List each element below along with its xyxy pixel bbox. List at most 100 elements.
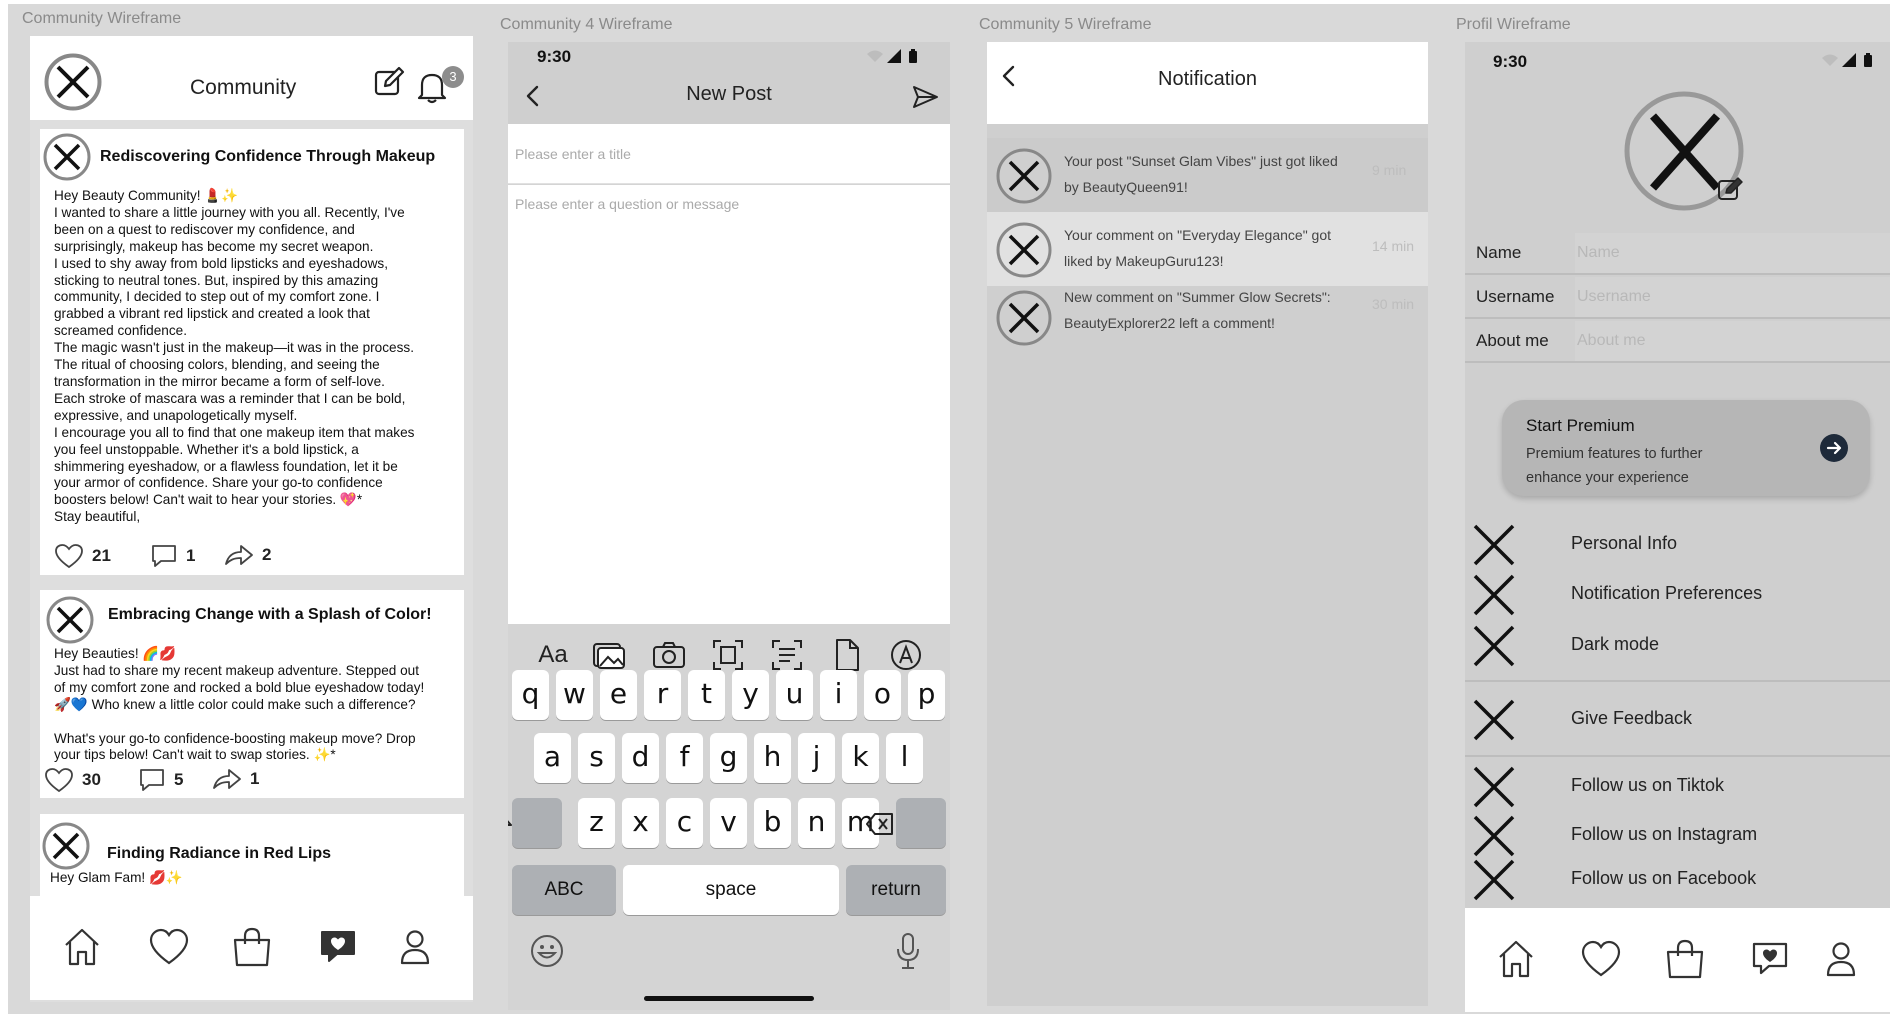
key-n[interactable]: n xyxy=(798,798,835,848)
avatar-placeholder-icon xyxy=(995,290,1053,346)
heart-icon[interactable] xyxy=(1580,938,1622,980)
profile-icon[interactable] xyxy=(394,926,436,968)
shift-key[interactable] xyxy=(512,798,562,848)
key-q[interactable]: q xyxy=(512,670,549,720)
author-avatar-icon[interactable] xyxy=(43,133,91,181)
key-e[interactable]: e xyxy=(600,670,637,720)
about-input[interactable]: About me xyxy=(1575,321,1890,361)
key-t[interactable]: t xyxy=(688,670,725,720)
menu-item-notification-preferences[interactable]: Notification Preferences xyxy=(1465,571,1890,617)
share-button[interactable]: 2 xyxy=(224,543,271,567)
key-b[interactable]: b xyxy=(754,798,791,848)
photo-library-icon[interactable] xyxy=(592,638,626,672)
notification-item[interactable]: New comment on "Summer Glow Secrets": Bea… xyxy=(987,286,1428,360)
author-avatar-icon[interactable] xyxy=(46,596,94,644)
heart-icon[interactable] xyxy=(148,926,190,968)
shopping-bag-icon[interactable] xyxy=(1664,938,1706,980)
status-time: 9:30 xyxy=(537,47,572,66)
notification-time: 14 min xyxy=(1372,238,1415,254)
microphone-icon[interactable] xyxy=(895,932,921,970)
notification-item[interactable]: Your post "Sunset Glam Vibes" just got l… xyxy=(987,138,1428,212)
key-j[interactable]: j xyxy=(798,733,835,783)
send-icon[interactable] xyxy=(911,84,939,110)
premium-card[interactable]: Start Premium Premium features to furthe… xyxy=(1502,400,1870,496)
community-chat-icon[interactable] xyxy=(317,926,359,968)
abc-key[interactable]: ABC xyxy=(512,865,616,915)
menu-item-give-feedback[interactable]: Give Feedback xyxy=(1465,696,1890,742)
page-title: Notification xyxy=(1158,68,1257,90)
shopping-bag-icon[interactable] xyxy=(231,926,273,968)
notification-header: Notification xyxy=(987,42,1428,124)
share-count: 1 xyxy=(250,769,260,788)
backspace-key[interactable] xyxy=(896,798,946,848)
key-h[interactable]: h xyxy=(754,733,791,783)
key-a[interactable]: a xyxy=(534,733,571,783)
key-v[interactable]: v xyxy=(710,798,747,848)
community-chat-icon[interactable] xyxy=(1749,938,1791,980)
text-format-button[interactable]: Aa xyxy=(533,638,573,672)
key-u[interactable]: u xyxy=(776,670,813,720)
key-r[interactable]: r xyxy=(644,670,681,720)
key-g[interactable]: g xyxy=(710,733,747,783)
key-l[interactable]: l xyxy=(886,733,923,783)
file-icon[interactable] xyxy=(830,638,864,672)
like-button[interactable]: 21 xyxy=(54,543,111,569)
share-icon xyxy=(213,769,241,789)
post-card[interactable]: Finding Radiance in Red Lips Hey Glam Fa… xyxy=(40,814,464,896)
name-input[interactable]: Name xyxy=(1575,233,1890,273)
menu-item-facebook[interactable]: Follow us on Facebook xyxy=(1465,856,1890,902)
notification-item[interactable]: Your comment on "Everyday Elegance" got l… xyxy=(987,212,1428,286)
post-card[interactable]: Rediscovering Confidence Through Makeup … xyxy=(40,129,464,575)
key-s[interactable]: s xyxy=(578,733,615,783)
key-z[interactable]: z xyxy=(578,798,615,848)
profile-icon[interactable] xyxy=(1820,938,1862,980)
home-icon[interactable] xyxy=(61,926,103,968)
share-icon xyxy=(225,545,253,565)
share-button[interactable]: 1 xyxy=(212,767,259,791)
like-button[interactable]: 30 xyxy=(44,767,101,793)
space-key[interactable]: space xyxy=(623,865,839,915)
frame-label-community: Community Wireframe xyxy=(22,10,182,27)
author-avatar-icon[interactable] xyxy=(42,822,90,870)
edit-icon[interactable] xyxy=(373,66,405,98)
menu-item-instagram[interactable]: Follow us on Instagram xyxy=(1465,812,1890,858)
post-card[interactable]: Embracing Change with a Splash of Color!… xyxy=(40,590,464,798)
menu-label: Notification Preferences xyxy=(1571,583,1763,603)
backspace-icon[interactable] xyxy=(866,812,894,836)
key-i[interactable]: i xyxy=(820,670,857,720)
key-d[interactable]: d xyxy=(622,733,659,783)
emoji-icon[interactable] xyxy=(530,934,564,968)
frame-label-newpost: Community 4 Wireframe xyxy=(500,16,673,33)
heart-icon xyxy=(45,768,73,793)
return-key[interactable]: return xyxy=(846,865,946,915)
menu-item-dark-mode[interactable]: Dark mode xyxy=(1465,622,1890,668)
menu-item-tiktok[interactable]: Follow us on Tiktok xyxy=(1465,763,1890,809)
arrow-right-icon[interactable] xyxy=(1820,434,1848,462)
placeholder-x-icon xyxy=(1473,524,1515,566)
comment-button[interactable]: 5 xyxy=(138,767,183,793)
key-o[interactable]: o xyxy=(864,670,901,720)
community-header: Community 3 xyxy=(30,36,473,120)
avatar-placeholder-icon[interactable] xyxy=(44,53,102,111)
key-k[interactable]: k xyxy=(842,733,879,783)
username-input[interactable]: Username xyxy=(1575,277,1890,317)
key-w[interactable]: w xyxy=(556,670,593,720)
scan-text-icon[interactable] xyxy=(770,638,804,672)
home-icon[interactable] xyxy=(1495,938,1537,980)
message-input[interactable]: Please enter a question or message xyxy=(508,185,950,624)
key-x[interactable]: x xyxy=(622,798,659,848)
notification-time: 9 min xyxy=(1372,162,1407,178)
menu-item-personal-info[interactable]: Personal Info xyxy=(1465,521,1890,567)
key-f[interactable]: f xyxy=(666,733,703,783)
key-c[interactable]: c xyxy=(666,798,703,848)
scan-document-icon[interactable] xyxy=(711,638,745,672)
key-p[interactable]: p xyxy=(908,670,945,720)
status-bar-icons xyxy=(865,48,925,64)
edit-avatar-icon[interactable] xyxy=(1717,175,1745,203)
camera-icon[interactable] xyxy=(652,638,686,672)
key-y[interactable]: y xyxy=(732,670,769,720)
markup-pen-icon[interactable] xyxy=(889,638,923,672)
title-input[interactable]: Please enter a title xyxy=(508,124,950,184)
comment-button[interactable]: 1 xyxy=(150,543,195,569)
notification-badge: 3 xyxy=(442,66,464,88)
